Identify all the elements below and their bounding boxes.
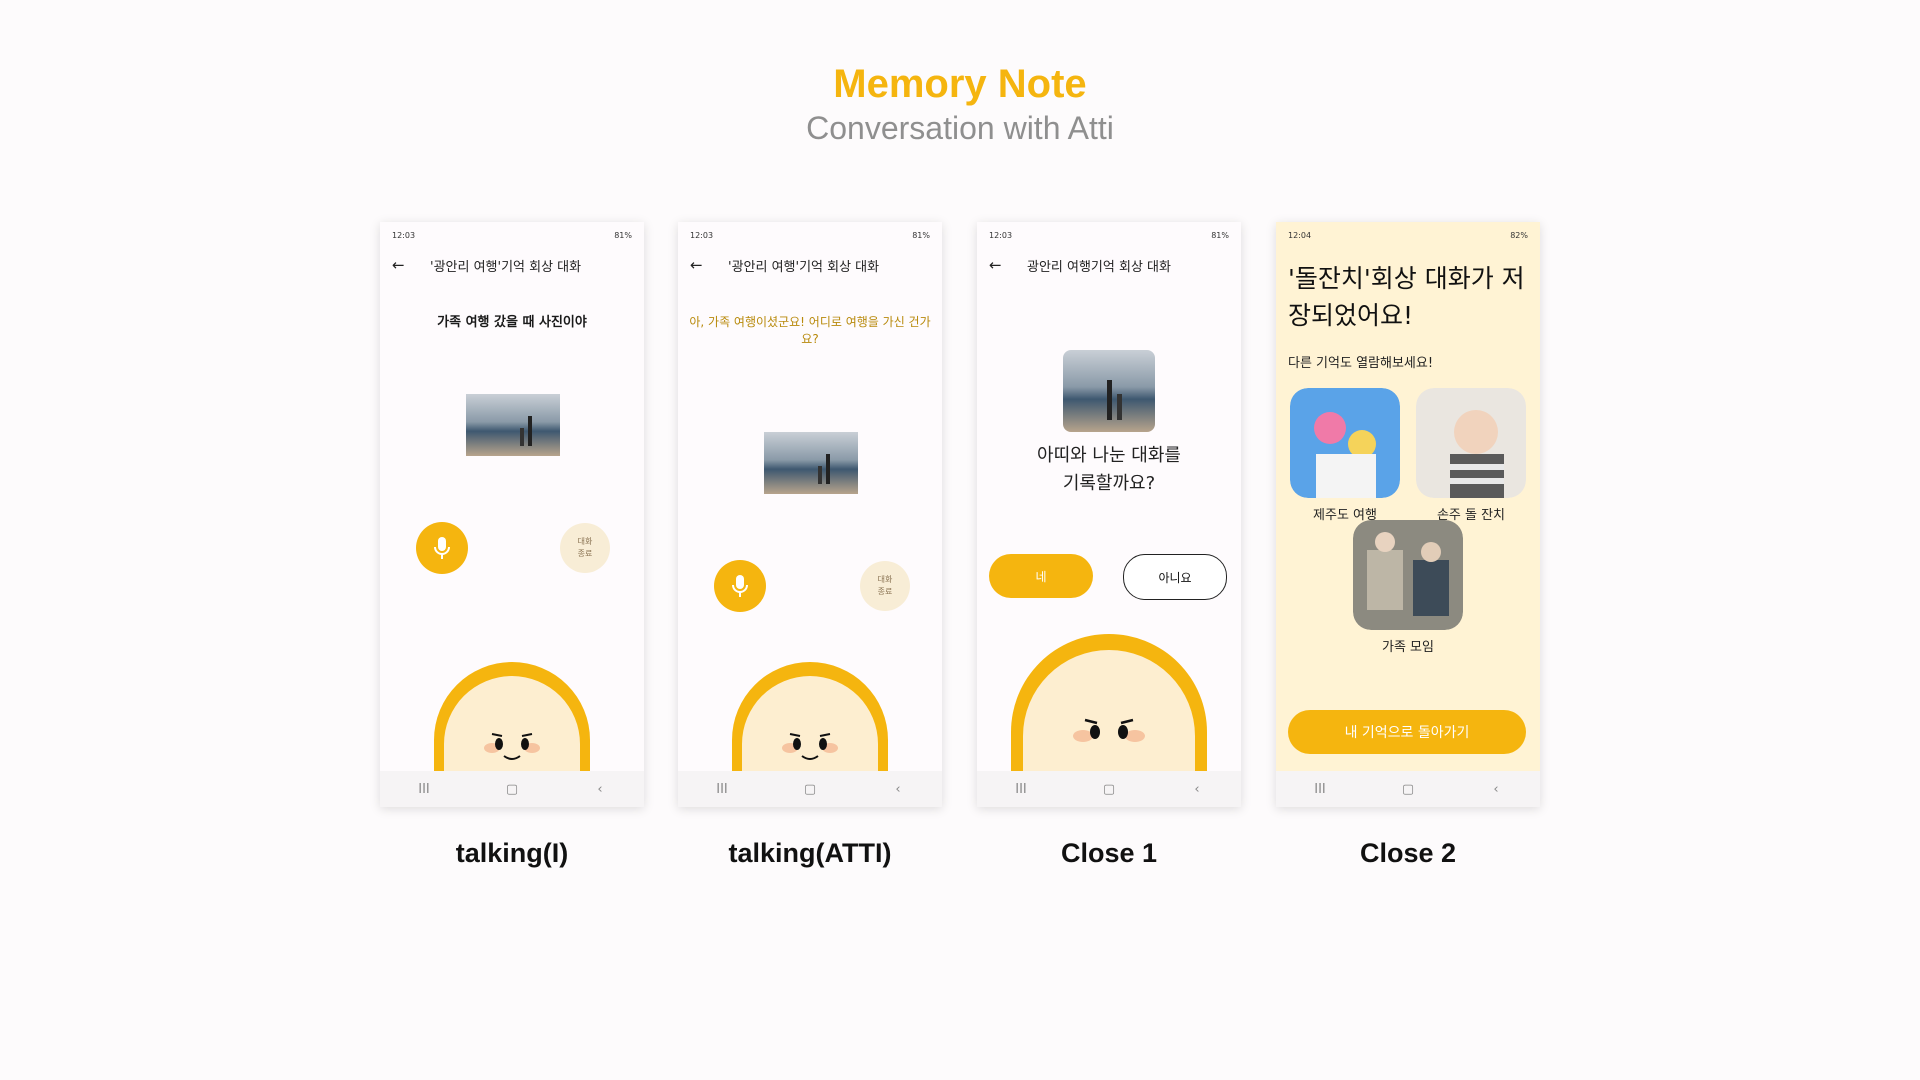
page-title: Memory Note	[833, 62, 1087, 106]
microphone-icon	[434, 537, 450, 559]
system-back-button[interactable]: ‹	[585, 782, 615, 797]
page-subtitle: Conversation with Atti	[806, 110, 1114, 146]
save-question: 아띠와 나눈 대화를 기록할까요?	[1037, 445, 1181, 494]
recent-apps-button[interactable]: III	[1305, 782, 1335, 797]
atti-mascot	[434, 662, 590, 772]
app-bar-title: 광안리 여행기억 회상 대화	[1027, 259, 1171, 275]
system-back-button[interactable]: ‹	[883, 782, 913, 797]
arrow-left-icon[interactable]: ←	[392, 256, 410, 274]
status-time: 12:03	[989, 230, 1013, 240]
memory-thumbnail	[1353, 520, 1463, 630]
caption-close-1: Close 1	[1060, 838, 1158, 868]
atti-mascot	[1011, 634, 1207, 772]
recent-apps-button[interactable]: III	[409, 782, 439, 797]
status-battery: 81%	[1211, 230, 1229, 240]
memory-photo	[1063, 350, 1155, 432]
system-back-button[interactable]: ‹	[1481, 782, 1511, 797]
system-navbar: III ▢ ‹	[1276, 771, 1540, 807]
memory-label: 가족 모임	[1382, 640, 1434, 655]
home-button[interactable]: ▢	[795, 782, 825, 797]
screen-close-2: 12:04 82% '돌잔치'회상 대화가 저장되었어요! 다른 기억도 열람해…	[1276, 222, 1540, 807]
atti-mascot	[732, 662, 888, 772]
screen-talking-i: 12:03 81% ← '광안리 여행'기억 회상 대화 가족 여행 갔을 때 …	[380, 222, 644, 807]
status-time: 12:03	[690, 230, 714, 240]
memory-thumbnail	[1290, 388, 1400, 498]
caption-close-2: Close 2	[1359, 838, 1457, 868]
app-bar-title: '광안리 여행'기억 회상 대화	[728, 259, 880, 275]
end-conversation-button[interactable]: 대화 종료	[860, 561, 910, 611]
screen-close-1: 12:03 81% ← 광안리 여행기억 회상 대화 아띠와 나눈 대화를 기록…	[977, 222, 1241, 807]
app-bar: ← '광안리 여행'기억 회상 대화	[678, 252, 942, 278]
system-navbar: III ▢ ‹	[977, 771, 1241, 807]
screen-talking-atti: 12:03 81% ← '광안리 여행'기억 회상 대화 아, 가족 여행이셨군…	[678, 222, 942, 807]
microphone-icon	[732, 575, 748, 597]
page-header: Memory Note Conversation with Atti	[0, 60, 1920, 148]
home-button[interactable]: ▢	[497, 782, 527, 797]
status-battery: 81%	[614, 230, 632, 240]
microphone-button[interactable]	[714, 560, 766, 612]
back-to-memories-button[interactable]: 내 기억으로 돌아가기	[1288, 710, 1526, 754]
memory-card[interactable]: 가족 모임	[1353, 520, 1463, 655]
app-bar-title: '광안리 여행'기억 회상 대화	[430, 259, 582, 275]
microphone-button[interactable]	[416, 522, 468, 574]
status-bar: 12:03 81%	[690, 228, 930, 242]
recent-apps-button[interactable]: III	[707, 782, 737, 797]
status-bar: 12:04 82%	[1288, 228, 1528, 242]
memory-card[interactable]: 손주 돌 잔치	[1416, 388, 1526, 523]
system-navbar: III ▢ ‹	[678, 771, 942, 807]
memory-thumbnail	[1416, 388, 1526, 498]
status-battery: 82%	[1510, 230, 1528, 240]
atti-speech-text: 아, 가족 여행이셨군요! 어디로 여행을 가신 건가요?	[689, 315, 931, 346]
status-battery: 81%	[912, 230, 930, 240]
arrow-left-icon[interactable]: ←	[989, 256, 1007, 274]
recent-apps-button[interactable]: III	[1006, 782, 1036, 797]
system-navbar: III ▢ ‹	[380, 771, 644, 807]
end-conversation-button[interactable]: 대화 종료	[560, 523, 610, 573]
status-time: 12:03	[392, 230, 416, 240]
system-back-button[interactable]: ‹	[1182, 782, 1212, 797]
yes-button[interactable]: 네	[989, 554, 1093, 598]
memory-photo	[466, 394, 560, 456]
saved-heading: '돌잔치'회상 대화가 저장되었어요!	[1288, 264, 1525, 330]
user-speech-text: 가족 여행 갔을 때 사진이야	[437, 315, 587, 330]
home-button[interactable]: ▢	[1094, 782, 1124, 797]
memory-photo	[764, 432, 858, 494]
browse-prompt: 다른 기억도 열람해보세요!	[1288, 356, 1434, 371]
status-time: 12:04	[1288, 230, 1312, 240]
no-button[interactable]: 아니요	[1123, 554, 1227, 600]
caption-talking-atti: talking(ATTI)	[728, 838, 892, 868]
home-button[interactable]: ▢	[1393, 782, 1423, 797]
app-bar: ← '광안리 여행'기억 회상 대화	[380, 252, 644, 278]
memory-card[interactable]: 제주도 여행	[1290, 388, 1400, 523]
status-bar: 12:03 81%	[989, 228, 1229, 242]
status-bar: 12:03 81%	[392, 228, 632, 242]
arrow-left-icon[interactable]: ←	[690, 256, 708, 274]
caption-talking-i: talking(I)	[455, 838, 569, 868]
app-bar: ← 광안리 여행기억 회상 대화	[977, 252, 1241, 278]
